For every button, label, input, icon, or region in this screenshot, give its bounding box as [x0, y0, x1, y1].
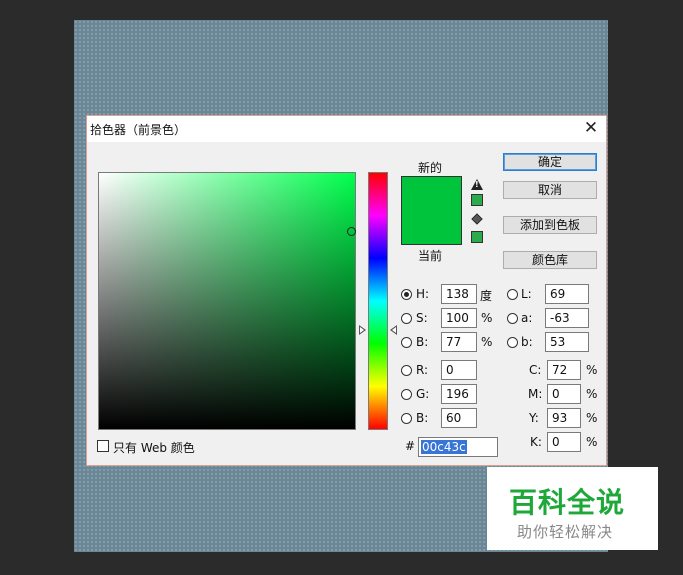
- red-label: R:: [416, 363, 429, 377]
- color-libraries-button[interactable]: 颜色库: [503, 251, 597, 269]
- magenta-unit: %: [586, 387, 598, 401]
- yellow-label: Y:: [529, 411, 539, 425]
- saturation-input[interactable]: 100: [441, 308, 477, 328]
- lab-l-label: L:: [521, 287, 532, 301]
- web-safe-color-swatch[interactable]: [471, 231, 483, 243]
- color-swatch: [401, 176, 462, 245]
- black-label: K:: [530, 435, 542, 449]
- red-input[interactable]: 0: [441, 360, 477, 380]
- color-field-marker[interactable]: [347, 227, 356, 236]
- watermark: 百科全说 助你轻松解决: [487, 467, 658, 550]
- lab-b-radio[interactable]: [507, 337, 518, 348]
- add-to-swatches-button[interactable]: 添加到色板: [503, 216, 597, 234]
- saturation-radio[interactable]: [401, 313, 412, 324]
- hue-slider-right-handle-icon[interactable]: [390, 325, 397, 335]
- blue-label: B:: [416, 411, 429, 425]
- lab-a-input[interactable]: -63: [545, 308, 589, 328]
- lab-l-input[interactable]: 69: [545, 284, 589, 304]
- cyan-input[interactable]: 72: [547, 360, 581, 380]
- black-unit: %: [586, 435, 598, 449]
- brightness-unit: %: [481, 335, 493, 349]
- brightness-label: B:: [416, 335, 429, 349]
- gamut-color-swatch[interactable]: [471, 194, 483, 206]
- web-safe-cube-icon[interactable]: [471, 213, 483, 225]
- yellow-unit: %: [586, 411, 598, 425]
- hex-value: 00c43c: [421, 440, 467, 454]
- hue-slider[interactable]: [368, 172, 388, 430]
- color-field[interactable]: [98, 172, 356, 430]
- web-only-checkbox[interactable]: [97, 440, 109, 452]
- current-color-label: 当前: [418, 249, 443, 263]
- cyan-label: C:: [529, 363, 542, 377]
- new-color-swatch: [402, 177, 461, 211]
- brightness-input[interactable]: 77: [441, 332, 477, 352]
- close-icon[interactable]: ✕: [582, 118, 600, 138]
- gamut-warning-icon[interactable]: [471, 179, 483, 190]
- lab-b-input[interactable]: 53: [545, 332, 589, 352]
- lab-a-label: a:: [521, 311, 533, 325]
- red-radio[interactable]: [401, 365, 412, 376]
- watermark-subtitle: 助你轻松解决: [517, 523, 614, 541]
- lab-b-label: b:: [521, 335, 533, 349]
- yellow-input[interactable]: 93: [547, 408, 581, 428]
- cancel-button[interactable]: 取消: [503, 181, 597, 199]
- hex-input[interactable]: 00c43c: [418, 437, 498, 457]
- hue-slider-left-handle-icon[interactable]: [359, 325, 366, 335]
- black-input[interactable]: 0: [547, 432, 581, 452]
- current-color-swatch[interactable]: [402, 211, 461, 244]
- watermark-title: 百科全说: [509, 486, 626, 519]
- magenta-input[interactable]: 0: [547, 384, 581, 404]
- green-radio[interactable]: [401, 389, 412, 400]
- lab-l-radio[interactable]: [507, 289, 518, 300]
- new-color-label: 新的: [418, 161, 443, 175]
- lab-a-radio[interactable]: [507, 313, 518, 324]
- color-picker-dialog: 拾色器（前景色） ✕ 新的 当前 确定 取消 添加到色板 颜色库 H: 138 …: [86, 115, 607, 466]
- green-label: G:: [416, 387, 430, 401]
- hex-label: #: [405, 439, 416, 453]
- web-only-label: 只有 Web 颜色: [113, 441, 195, 455]
- title-bar: 拾色器（前景色） ✕: [87, 116, 606, 142]
- green-input[interactable]: 196: [441, 384, 477, 404]
- hue-label: H:: [416, 287, 430, 301]
- hue-radio[interactable]: [401, 289, 412, 300]
- saturation-label: S:: [416, 311, 428, 325]
- cyan-unit: %: [586, 363, 598, 377]
- blue-input[interactable]: 60: [441, 408, 477, 428]
- magenta-label: M:: [528, 387, 543, 401]
- dialog-title: 拾色器（前景色）: [90, 123, 187, 137]
- hue-input[interactable]: 138: [441, 284, 477, 304]
- blue-radio[interactable]: [401, 413, 412, 424]
- hue-unit: 度: [480, 289, 493, 303]
- brightness-radio[interactable]: [401, 337, 412, 348]
- ok-button[interactable]: 确定: [503, 153, 597, 171]
- saturation-unit: %: [481, 311, 493, 325]
